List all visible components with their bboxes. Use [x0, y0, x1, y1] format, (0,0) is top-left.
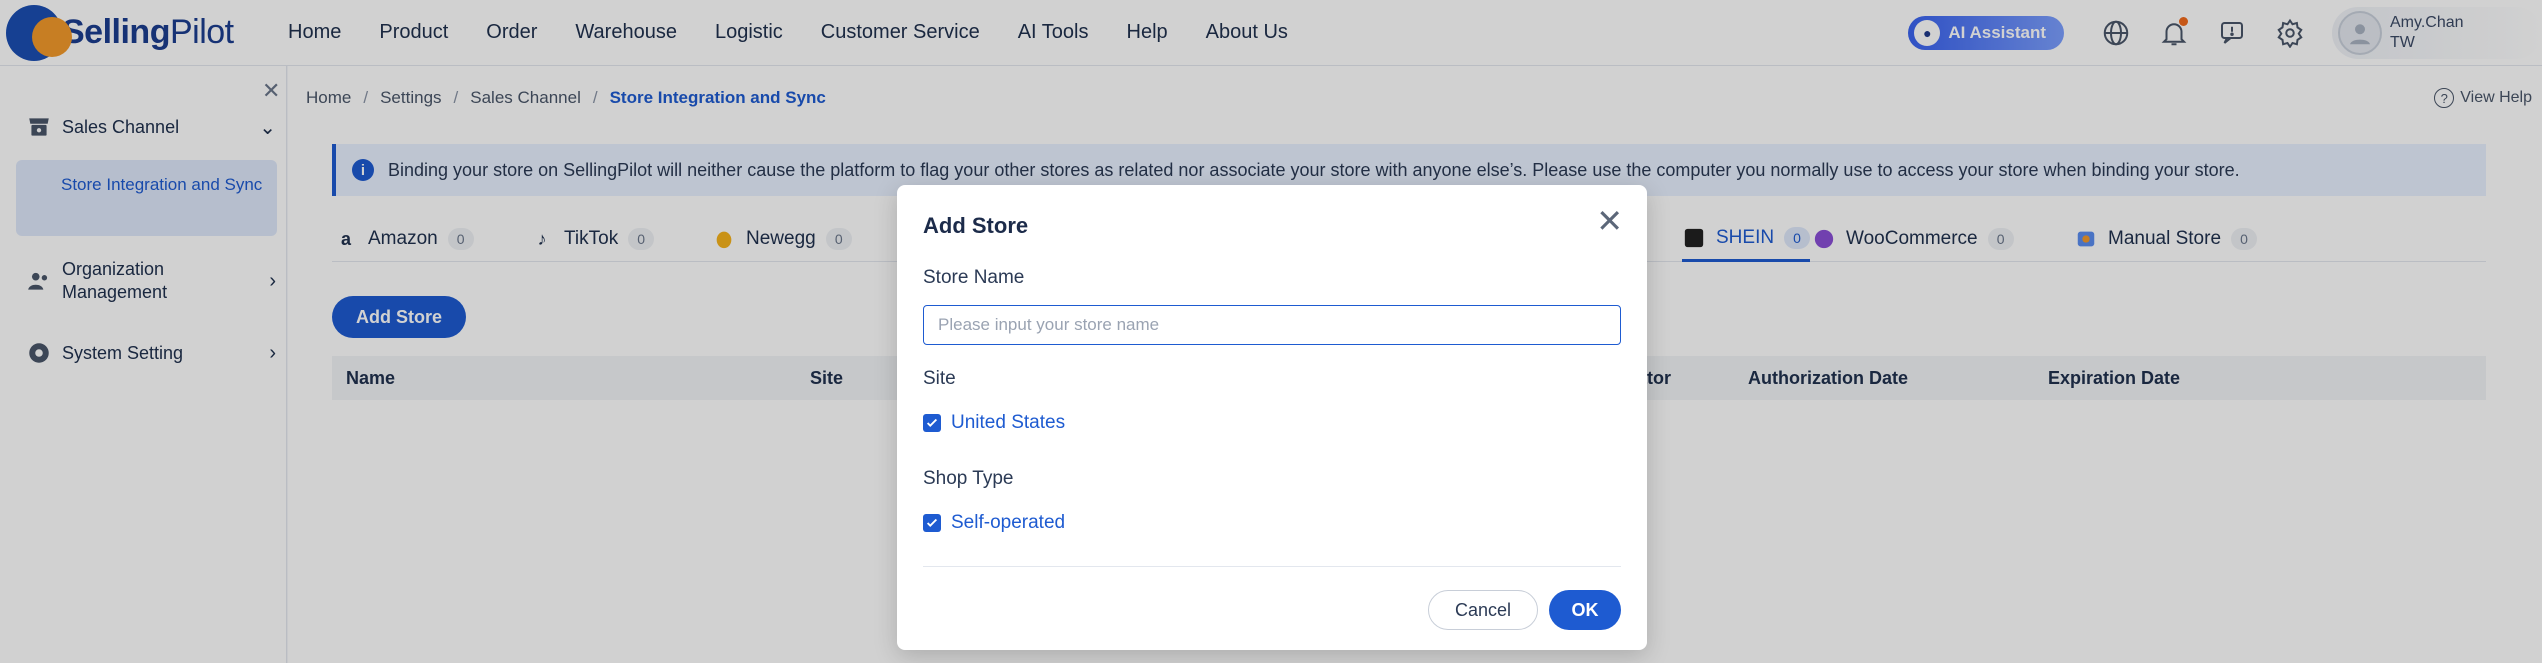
ok-button[interactable]: OK — [1549, 590, 1621, 630]
dialog-divider — [923, 566, 1621, 567]
store-name-input[interactable] — [923, 305, 1621, 345]
shop-type-option-self-operated[interactable]: Self-operated — [923, 512, 1065, 534]
site-option-united-states[interactable]: United States — [923, 412, 1065, 434]
close-icon[interactable]: ✕ — [1596, 205, 1623, 237]
store-name-label: Store Name — [923, 267, 1025, 288]
checkbox-checked-icon[interactable] — [923, 514, 941, 532]
add-store-dialog: Add Store ✕ Store Name Site United State… — [897, 185, 1647, 650]
checkbox-checked-icon[interactable] — [923, 414, 941, 432]
cancel-button[interactable]: Cancel — [1428, 590, 1538, 630]
site-label: Site — [923, 368, 956, 389]
shop-type-label: Shop Type — [923, 468, 1014, 489]
dialog-title: Add Store — [923, 213, 1029, 238]
